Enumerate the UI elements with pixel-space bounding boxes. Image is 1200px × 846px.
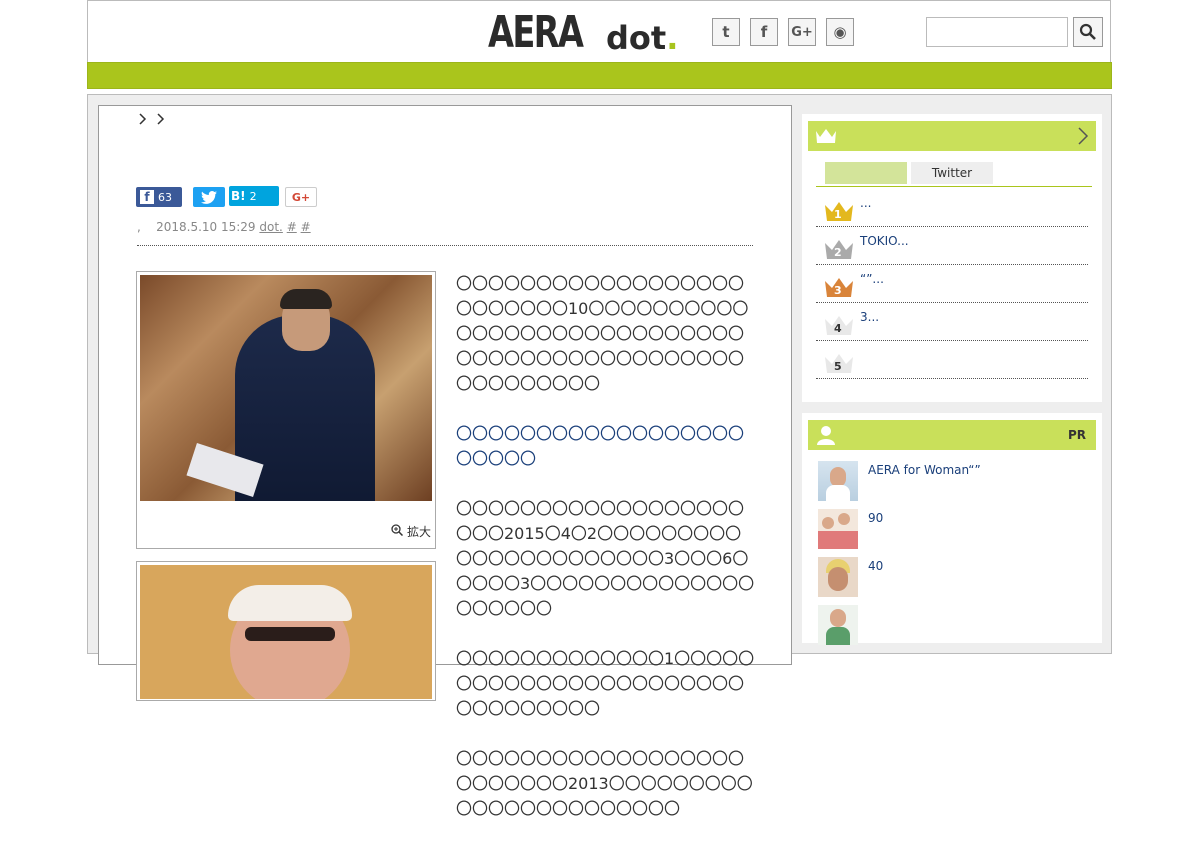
- ranking-header: [808, 121, 1096, 151]
- ranking-item[interactable]: 4 3...: [816, 302, 1088, 341]
- ranking-item-title: TOKIO...: [860, 234, 909, 248]
- facebook-icon: f: [140, 190, 154, 204]
- search-input[interactable]: [926, 17, 1068, 47]
- pr-thumbnail: [818, 461, 858, 501]
- article-link[interactable]: 〇〇〇〇〇〇〇〇〇〇〇〇〇〇〇〇〇〇〇〇〇〇〇: [456, 421, 756, 471]
- rank-number: 3: [834, 284, 842, 297]
- rank-crown-icon: 5: [824, 352, 854, 378]
- article-meta: , 2018.5.10 15:29 dot. # #: [137, 220, 311, 234]
- tweet-button[interactable]: [193, 187, 225, 207]
- pr-thumbnail: [818, 557, 858, 597]
- article-paragraph: 〇〇〇〇〇〇〇〇〇〇〇〇〇〇〇〇〇〇〇〇〇〇〇〇〇2013〇〇〇〇〇〇〇〇〇〇〇…: [456, 749, 753, 818]
- facebook-share-button[interactable]: f 63: [136, 187, 182, 207]
- rank-number: 1: [834, 208, 842, 221]
- google-plus-icon[interactable]: G+: [788, 18, 816, 46]
- zoom-icon: [391, 524, 404, 537]
- article-panel: f 63 B! 2 G+ , 2018.5.10 15:29 dot. # #: [98, 105, 792, 818]
- source-link[interactable]: dot.: [259, 220, 282, 234]
- site-logo[interactable]: AERA dot.: [488, 7, 678, 58]
- zoom-button[interactable]: 拡大: [391, 523, 431, 540]
- twitter-icon[interactable]: t: [712, 18, 740, 46]
- divider: [137, 245, 753, 246]
- article-photo[interactable]: 拡大: [136, 271, 436, 549]
- publish-date: 2018.5.10 15:29: [156, 220, 256, 234]
- ranking-item[interactable]: 2 TOKIO...: [816, 226, 1088, 265]
- logo-main: AERA: [488, 7, 584, 58]
- ranking-item-title: 3...: [860, 310, 880, 324]
- pr-widget: PR AERA for Woman“” 90 40: [802, 413, 1102, 645]
- ranking-tabs: Twitter: [816, 162, 1092, 187]
- article-paragraph: 〇〇〇〇〇〇〇〇〇〇〇〇〇〇〇〇〇〇〇〇〇2015〇4〇2〇〇〇〇〇〇〇〇〇〇〇…: [456, 499, 755, 618]
- user-icon: [817, 426, 835, 445]
- tag-link-1[interactable]: #: [287, 220, 297, 234]
- facebook-icon[interactable]: f: [750, 18, 778, 46]
- rank-crown-icon: 2: [824, 238, 854, 264]
- logo-mark: .: [666, 19, 679, 57]
- ranking-item-title: “”...: [860, 272, 884, 286]
- nav-bar: [87, 62, 1112, 89]
- pr-label: PR: [1067, 428, 1086, 442]
- ranking-item[interactable]: 3 “”...: [816, 264, 1088, 303]
- tab-twitter[interactable]: Twitter: [911, 162, 993, 184]
- rank-number: 2: [834, 246, 842, 259]
- hatena-bookmark-button[interactable]: B! 2: [229, 186, 279, 206]
- tab-access[interactable]: [825, 162, 907, 184]
- rank-number: 5: [834, 360, 842, 373]
- rank-number: 4: [834, 322, 842, 335]
- pr-thumbnail: [818, 605, 858, 645]
- ranking-item[interactable]: 5: [816, 340, 1088, 379]
- article-paragraph: 〇〇〇〇〇〇〇〇〇〇〇〇〇1〇〇〇〇〇〇〇〇〇〇〇〇〇〇〇〇〇〇〇〇〇〇〇〇〇〇…: [456, 649, 755, 718]
- google-plus-share-button[interactable]: G+: [285, 187, 317, 207]
- twitter-bird-icon: [201, 190, 217, 204]
- chevron-right-icon: [139, 113, 165, 125]
- article-body: 〇〇〇〇〇〇〇〇〇〇〇〇〇〇〇〇〇〇〇〇〇〇〇〇〇10〇〇〇〇〇〇〇〇〇〇〇〇〇…: [456, 271, 756, 846]
- logo-sub: dot: [606, 19, 667, 57]
- crown-icon: [816, 129, 836, 143]
- breadcrumb: [137, 112, 167, 130]
- chevron-right-icon[interactable]: [1076, 126, 1090, 146]
- rank-crown-icon: 3: [824, 276, 854, 302]
- search-button[interactable]: [1073, 17, 1103, 47]
- ranking-item-title: ...: [860, 196, 872, 210]
- pr-header: PR: [808, 420, 1096, 450]
- ranking-item[interactable]: 1...: [816, 188, 1088, 227]
- rank-crown-icon: 1: [824, 200, 854, 226]
- article-photo-2[interactable]: [136, 561, 436, 701]
- site-header: AERA dot. t f G+ ◉: [87, 0, 1111, 62]
- photo-image-2: [140, 565, 432, 699]
- ranking-widget: Twitter 1... 2 TOKIO... 3 “”... 4 3... 5: [802, 114, 1102, 402]
- pr-thumbnail: [818, 509, 858, 549]
- article-paragraph: 〇〇〇〇〇〇〇〇〇〇〇〇〇〇〇〇〇〇〇〇〇〇〇〇〇10〇〇〇〇〇〇〇〇〇〇〇〇〇…: [456, 274, 749, 393]
- tag-link-2[interactable]: #: [301, 220, 311, 234]
- search-icon: [1079, 23, 1096, 40]
- photo-image: [140, 275, 432, 501]
- rank-crown-icon: 4: [824, 314, 854, 340]
- rss-icon[interactable]: ◉: [826, 18, 854, 46]
